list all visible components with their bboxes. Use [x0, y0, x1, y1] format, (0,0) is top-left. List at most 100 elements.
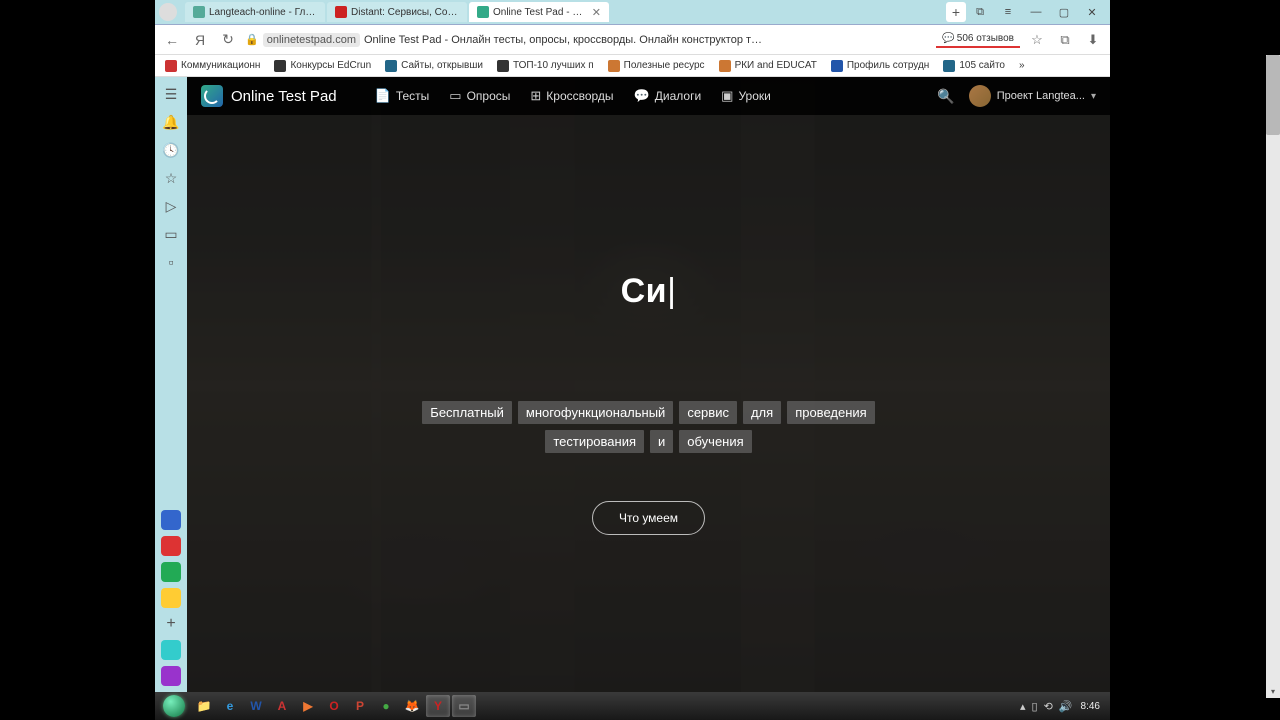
taskbar-app[interactable]: ●: [374, 695, 398, 717]
logo-icon: [201, 85, 223, 107]
sidebar-app-icon[interactable]: [161, 640, 181, 660]
bookmark-icon[interactable]: ☆: [1026, 29, 1048, 51]
nav-label: Кроссворды: [546, 89, 613, 103]
tray-icon[interactable]: 🔊: [1059, 700, 1073, 713]
sidebar-app-icon[interactable]: [161, 510, 181, 530]
taskbar-app[interactable]: 🦊: [400, 695, 424, 717]
download-icon[interactable]: ⬇: [1082, 29, 1104, 51]
favicon-icon: [193, 6, 205, 18]
tab-strip: Langteach-online - Главна Distant: Сервис…: [185, 2, 942, 22]
taskbar-app[interactable]: ▭: [452, 695, 476, 717]
taskbar-app[interactable]: Y: [426, 695, 450, 717]
sidebar-icon[interactable]: ☰: [162, 85, 180, 103]
tagline-word: проведения: [787, 401, 875, 424]
nav-link[interactable]: 📄Тесты: [375, 88, 430, 104]
browser-tab[interactable]: Distant: Сервисы, Советы: [327, 2, 467, 22]
app-icon: ▭: [458, 699, 469, 713]
nav-label: Диалоги: [655, 89, 701, 103]
system-tray: ▴ ▯ ⟲ 🔊 8:46: [1020, 700, 1106, 713]
nav-link[interactable]: ⊞ Кроссворды: [530, 88, 613, 104]
taskbar-app[interactable]: e: [218, 695, 242, 717]
extensions-icon[interactable]: ⧉: [1054, 29, 1076, 51]
bookmarks-more[interactable]: »: [1013, 59, 1031, 72]
bookmark-icon: [831, 60, 843, 72]
hero-title: Си: [621, 272, 677, 311]
sidebar-icon[interactable]: ▭: [162, 225, 180, 243]
tray-icon[interactable]: ⟲: [1044, 700, 1053, 713]
sidebar-toggle-icon[interactable]: ⧉: [966, 2, 994, 22]
sidebar-app-icon[interactable]: [161, 536, 181, 556]
bookmark-item[interactable]: Полезные ресурс: [602, 59, 711, 73]
bookmark-item[interactable]: РКИ and EDUCAT: [713, 59, 823, 73]
start-button[interactable]: [159, 694, 189, 718]
reviews-badge[interactable]: 💬506 отзывов: [936, 31, 1020, 48]
taskbar-app[interactable]: 📁: [192, 695, 216, 717]
sidebar-icon[interactable]: ▷: [162, 197, 180, 215]
taskbar-app[interactable]: W: [244, 695, 268, 717]
bookmark-icon: [165, 60, 177, 72]
sidebar-app-icon[interactable]: [161, 666, 181, 686]
cta-button[interactable]: Что умеем: [592, 501, 705, 535]
taskbar: 📁eW A ▶OP●🦊Y ▭ ▴ ▯ ⟲ 🔊 8:46: [155, 692, 1110, 720]
menu-icon[interactable]: ≡: [994, 2, 1022, 22]
tagline-word: для: [743, 401, 781, 424]
user-name: Проект Langtea...: [997, 90, 1085, 102]
nav-link[interactable]: 💬 Диалоги: [634, 88, 702, 104]
sidebar-icon[interactable]: 🔔: [162, 113, 180, 131]
nav-link[interactable]: ▣Уроки: [721, 88, 771, 104]
site-logo[interactable]: Online Test Pad: [201, 85, 337, 107]
browser-sidebar: ☰ 🔔 🕓 ☆ ▷ ▭ ▫ +: [155, 77, 187, 692]
tab-label: Langteach-online - Главна: [209, 7, 317, 18]
maximize-button[interactable]: ▢: [1050, 2, 1078, 22]
bookmark-icon: [385, 60, 397, 72]
browser-tab[interactable]: Online Test Pad - Онла ✕: [469, 2, 609, 22]
profile-avatar[interactable]: [159, 3, 177, 21]
tray-icon[interactable]: ▯: [1032, 700, 1038, 713]
taskbar-app[interactable]: P: [348, 695, 372, 717]
tray-icon[interactable]: ▴: [1020, 700, 1026, 713]
bookmark-icon: [719, 60, 731, 72]
taskbar-app[interactable]: O: [322, 695, 346, 717]
tab-label: Online Test Pad - Онла: [493, 7, 586, 18]
reload-button[interactable]: ↻: [217, 29, 239, 51]
bookmark-item[interactable]: Конкурсы EdCrun: [268, 59, 377, 73]
app-icon: W: [250, 699, 261, 713]
bookmark-icon: [274, 60, 286, 72]
minimize-button[interactable]: —: [1022, 2, 1050, 22]
nav-icon: 💬: [634, 88, 650, 104]
browser-tab[interactable]: Langteach-online - Главна: [185, 2, 325, 22]
tagline-word: Бесплатный: [422, 401, 512, 424]
bookmark-item[interactable]: Сайты, открывши: [379, 59, 489, 73]
back-button[interactable]: ←: [161, 29, 183, 51]
clock[interactable]: 8:46: [1081, 701, 1100, 712]
bookmark-label: РКИ and EDUCAT: [735, 60, 817, 71]
sidebar-icon[interactable]: ☆: [162, 169, 180, 187]
taskbar-app[interactable]: A: [270, 695, 294, 717]
close-button[interactable]: ✕: [1078, 2, 1106, 22]
tagline-word: тестирования: [545, 430, 644, 453]
sidebar-app-icon[interactable]: [161, 588, 181, 608]
close-icon[interactable]: ✕: [592, 6, 601, 19]
bookmark-label: Сайты, открывши: [401, 60, 483, 71]
bookmark-label: Профиль сотрудн: [847, 60, 929, 71]
bookmark-item[interactable]: Профиль сотрудн: [825, 59, 935, 73]
bookmark-label: 105 сайто: [959, 60, 1005, 71]
bookmark-label: ТОП-10 лучших п: [513, 60, 594, 71]
search-icon[interactable]: 🔍: [937, 88, 954, 105]
user-menu[interactable]: Проект Langtea... ▾: [969, 85, 1096, 107]
sidebar-app-icon[interactable]: [161, 562, 181, 582]
bookmark-item[interactable]: ТОП-10 лучших п: [491, 59, 600, 73]
nav-link[interactable]: ▭Опросы: [449, 88, 510, 104]
taskbar-app[interactable]: ▶: [296, 695, 320, 717]
bookmark-label: Полезные ресурс: [624, 60, 705, 71]
nav-icon: ⊞: [530, 88, 541, 104]
url-field[interactable]: 🔒 onlinetestpad.com Online Test Pad - Он…: [245, 33, 930, 47]
sidebar-app-icon[interactable]: +: [161, 614, 181, 634]
yandex-button[interactable]: Я: [189, 29, 211, 51]
bookmark-item[interactable]: Коммуникационн: [159, 59, 266, 73]
sidebar-icon[interactable]: 🕓: [162, 141, 180, 159]
new-tab-button[interactable]: +: [946, 2, 966, 22]
bookmark-item[interactable]: 105 сайто: [937, 59, 1011, 73]
sidebar-icon[interactable]: ▫: [162, 253, 180, 271]
app-icon: A: [278, 699, 287, 713]
